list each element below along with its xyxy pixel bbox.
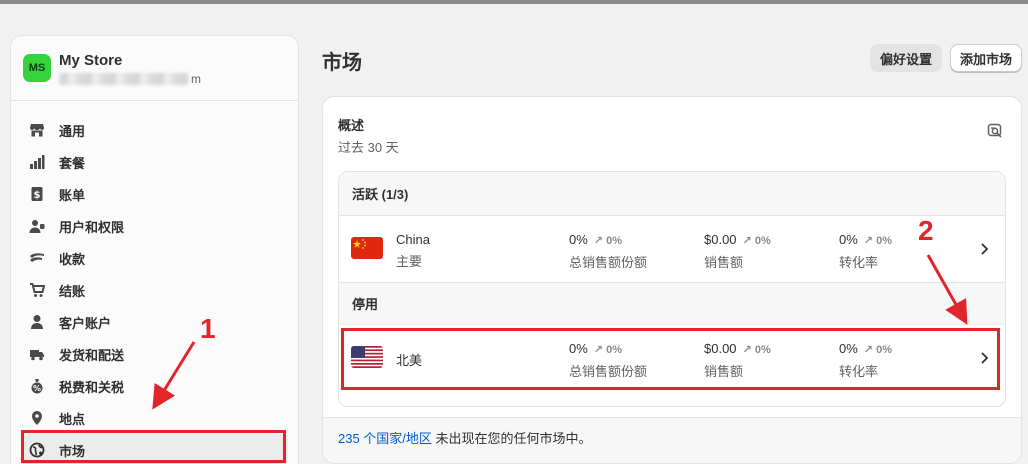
- annotation-arrows: [152, 254, 968, 410]
- annotation-arrow-2: [926, 254, 968, 325]
- annotation-arrow-1: [152, 341, 196, 410]
